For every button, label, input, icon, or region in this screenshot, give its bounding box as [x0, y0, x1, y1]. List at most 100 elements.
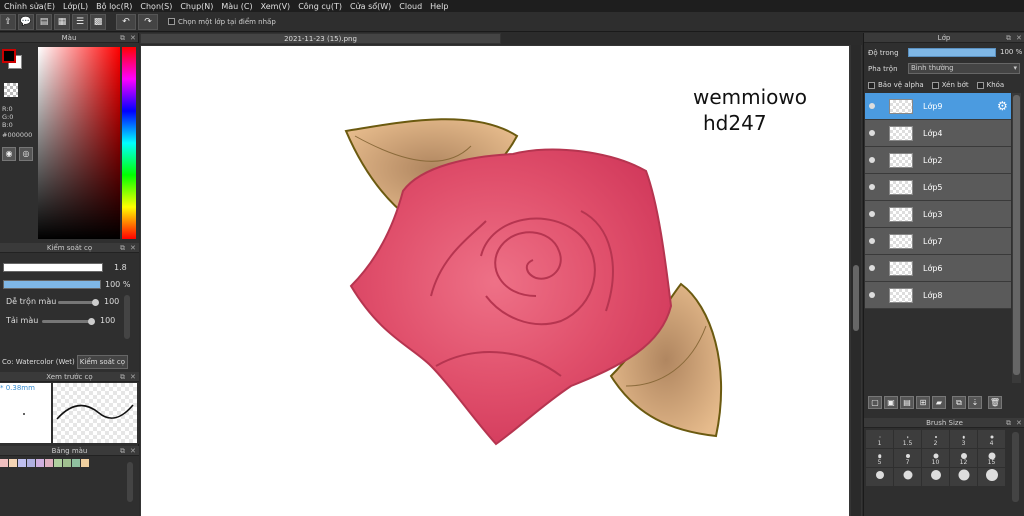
layer-opacity-bar[interactable] [908, 48, 996, 57]
menu-tools[interactable]: Công cụ(T) [294, 2, 346, 11]
redo-icon[interactable]: ↷ [138, 13, 158, 30]
menu-view[interactable]: Xem(V) [257, 2, 295, 11]
menu-help[interactable]: Help [426, 2, 452, 11]
brush-control-tab[interactable]: Kiểm soát cọ [76, 354, 128, 369]
saturation-value-picker[interactable] [38, 47, 120, 239]
palette-icon[interactable]: ◉ [2, 147, 16, 161]
brush-size-cell[interactable]: 15 [978, 449, 1005, 467]
menu-select[interactable]: Chọn(S) [136, 2, 176, 11]
speech-bubble-icon[interactable]: 💬 [18, 13, 34, 30]
palette-scrollbar[interactable] [127, 462, 133, 502]
blend-slider-knob[interactable] [92, 299, 99, 306]
menu-cloud[interactable]: Cloud [395, 2, 426, 11]
brush-size-cell[interactable]: 12 [950, 449, 977, 467]
menu-window[interactable]: Cửa sổ(W) [346, 2, 395, 11]
comment-icon[interactable]: ▤ [36, 13, 52, 30]
add-layer-menu-icon[interactable]: ⊞ [916, 396, 930, 409]
close-icon[interactable]: ✕ [130, 446, 136, 456]
eye-icon[interactable] [869, 130, 875, 136]
menu-edit[interactable]: Chỉnh sửa(E) [0, 2, 59, 11]
transparent-color-swatch[interactable] [4, 83, 18, 97]
current-brush-tab[interactable]: Co: Watercolor (Wet) [0, 356, 77, 368]
color-picker-icon[interactable]: ◎ [19, 147, 33, 161]
delete-layer-icon[interactable]: 🗑 [988, 396, 1002, 409]
layer-row[interactable]: Lớp3 [865, 201, 1011, 228]
layer-scroll-thumb[interactable] [1013, 95, 1020, 375]
layer-list-scrollbar[interactable] [1012, 93, 1021, 383]
undock-icon[interactable]: ⧉ [120, 372, 125, 382]
brush-size-cell[interactable] [894, 468, 921, 486]
close-icon[interactable]: ✕ [130, 33, 136, 43]
palette-swatch[interactable] [72, 459, 80, 467]
undock-icon[interactable]: ⧉ [1006, 418, 1011, 428]
eye-icon[interactable] [869, 211, 875, 217]
close-icon[interactable]: ✕ [1016, 33, 1022, 43]
layer-row[interactable]: Lớp4 [865, 120, 1011, 147]
close-icon[interactable]: ✕ [130, 372, 136, 382]
close-icon[interactable]: ✕ [130, 243, 136, 253]
drawing-canvas[interactable]: wemmiowo hd247 [141, 46, 849, 516]
select-layer-on-click-option[interactable]: Chọn một lớp tại điểm nhấp [168, 18, 276, 26]
brush-control-scrollbar[interactable] [124, 295, 130, 339]
menu-color[interactable]: Màu (C) [217, 2, 256, 11]
new-layer-icon[interactable]: ▢ [868, 396, 882, 409]
folder-icon[interactable]: ▰ [932, 396, 946, 409]
clipping-checkbox[interactable] [931, 81, 939, 89]
duplicate-layer-icon[interactable]: ⧉ [952, 396, 966, 409]
layer-row[interactable]: Lớp8 [865, 282, 1011, 309]
eye-icon[interactable] [869, 238, 875, 244]
undock-icon[interactable]: ⧉ [120, 243, 125, 253]
layer-blend-select[interactable]: Bình thường ▾ [908, 63, 1020, 74]
palette-swatch[interactable] [54, 459, 62, 467]
brush-size-cell[interactable]: 5 [866, 449, 893, 467]
palette-swatch[interactable] [0, 459, 8, 467]
page-icon[interactable]: ▦ [54, 13, 70, 30]
brush-size-cell[interactable] [950, 468, 977, 486]
layer-row[interactable]: Lớp2 [865, 147, 1011, 174]
palette-swatch[interactable] [36, 459, 44, 467]
brush-size-cell[interactable]: 3 [950, 430, 977, 448]
brush-size-cell[interactable]: 1.5 [894, 430, 921, 448]
undock-icon[interactable]: ⧉ [1006, 33, 1011, 43]
reload-slider-track[interactable] [42, 320, 94, 323]
undock-icon[interactable]: ⧉ [120, 446, 125, 456]
clipping-option[interactable]: Xén bớt [931, 81, 969, 89]
brush-opacity-bar[interactable] [3, 280, 101, 289]
brush-size-cell[interactable]: 7 [894, 449, 921, 467]
foreground-color-swatch[interactable] [2, 49, 16, 63]
brush-size-cell[interactable] [922, 468, 949, 486]
new-halftone-layer-icon[interactable]: ▤ [900, 396, 914, 409]
protect-alpha-option[interactable]: Bảo vệ alpha [868, 81, 924, 89]
palette-swatch[interactable] [9, 459, 17, 467]
undo-icon[interactable]: ↶ [116, 13, 136, 30]
menu-layer[interactable]: Lớp(L) [59, 2, 92, 11]
document-tab[interactable]: 2021-11-23 (15).png [140, 33, 501, 44]
menu-filter[interactable]: Bộ lọc(R) [92, 2, 136, 11]
eye-icon[interactable] [869, 184, 875, 190]
merge-layer-icon[interactable]: ⇣ [968, 396, 982, 409]
close-icon[interactable]: ✕ [1016, 418, 1022, 428]
protect-alpha-checkbox[interactable] [868, 81, 875, 89]
share-icon[interactable]: ⇪ [0, 13, 16, 30]
lock-option[interactable]: Khóa [976, 81, 1004, 89]
canvas-scroll-thumb[interactable] [853, 265, 859, 331]
brush-size-bar[interactable] [3, 263, 103, 272]
eye-icon[interactable] [869, 265, 875, 271]
brush-size-scrollbar[interactable] [1012, 432, 1019, 502]
layer-row[interactable]: Lớp7 [865, 228, 1011, 255]
palette-swatch[interactable] [63, 459, 71, 467]
eye-icon[interactable] [869, 157, 875, 163]
palette-swatch[interactable] [81, 459, 89, 467]
undock-icon[interactable]: ⧉ [120, 33, 125, 43]
new-raster-layer-icon[interactable]: ▣ [884, 396, 898, 409]
palette-swatch[interactable] [27, 459, 35, 467]
select-layer-checkbox[interactable] [168, 18, 175, 25]
canvas-vertical-scrollbar[interactable] [851, 45, 861, 516]
layer-row[interactable]: Lớp5 [865, 174, 1011, 201]
brush-size-cell[interactable]: 1 [866, 430, 893, 448]
layer-row[interactable]: Lớp6 [865, 255, 1011, 282]
brush-size-cell[interactable]: 10 [922, 449, 949, 467]
brush-size-cell[interactable]: 2 [922, 430, 949, 448]
list-icon[interactable]: ☰ [72, 13, 88, 30]
layer-row[interactable]: Lớp9 ⚙ [865, 93, 1011, 120]
